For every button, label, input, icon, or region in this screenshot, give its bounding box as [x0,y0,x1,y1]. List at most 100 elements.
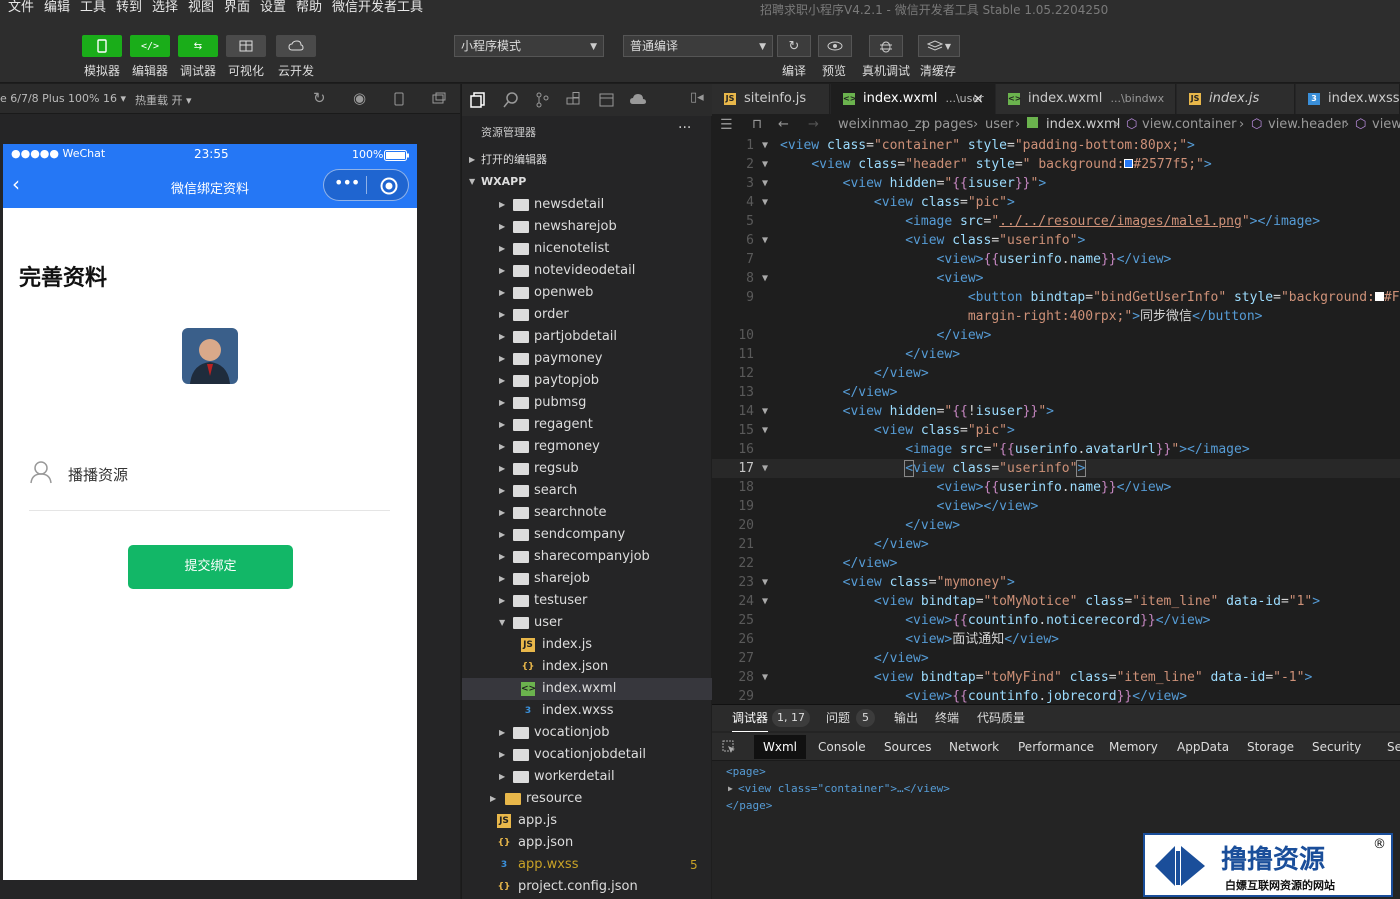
menu-view[interactable]: 视图 [188,0,214,15]
device-select[interactable]: e 6/7/8 Plus 100% 16 ▾ [0,92,126,105]
folder-item[interactable]: ▶ regsub [462,458,712,480]
folder-item[interactable]: ▶ pubmsg [462,392,712,414]
menu-help[interactable]: 帮助 [296,0,322,15]
close-icon[interactable]: × [972,84,984,114]
menu-goto[interactable]: 转到 [116,0,142,15]
tab-problems[interactable]: 问题 [826,705,850,731]
folder-item[interactable]: ▶ search [462,480,712,502]
submit-bind-button[interactable]: 提交绑定 [128,545,293,589]
folder-item[interactable]: ▶ paymoney [462,348,712,370]
folder-item[interactable]: ▶ sharejob [462,568,712,590]
folder-item-user[interactable]: ▼ user [462,612,712,634]
folder-item[interactable]: ▶ nicenotelist [462,238,712,260]
menu-edit[interactable]: 编辑 [44,0,70,15]
breadcrumb-item[interactable]: view.header [1268,114,1347,136]
tab-output[interactable]: 输出 [894,705,918,731]
tab-user-index-wxml[interactable]: <> index.wxml ...\user × [831,84,995,114]
preview-button[interactable] [818,35,852,57]
breadcrumb-item[interactable]: user [985,114,1013,136]
visual-toggle-button[interactable] [226,35,266,57]
panel-sources[interactable]: Sources [884,733,931,761]
breadcrumb-item[interactable]: weixinmao_zp [838,114,930,136]
folder-item[interactable]: ▶ regagent [462,414,712,436]
hot-reload-toggle[interactable]: 热重载 开 ▾ [135,92,192,108]
file-item[interactable]: JS app.js [462,810,712,832]
file-item[interactable]: {} app.json [462,832,712,854]
tab-siteinfo-js[interactable]: JS siteinfo.js [712,84,830,114]
panel-wxml[interactable]: Wxml [754,735,806,759]
folder-item[interactable]: ▶ notevideodetail [462,260,712,282]
debugger-toggle-button[interactable]: ⇆ [178,35,218,57]
tab-index-js[interactable]: JS index.js [1177,84,1295,114]
breadcrumb-item[interactable]: view [1372,114,1400,136]
breadcrumb-item[interactable]: view.container [1142,114,1236,136]
menu-tools[interactable]: 工具 [80,0,106,15]
dom-node[interactable]: <page> [726,763,950,780]
collapse-panel-icon[interactable]: ▯◂ [690,90,704,105]
popout-icon[interactable] [432,92,446,104]
compile-select[interactable]: 普通编译 ▼ [623,35,773,57]
open-editors-section[interactable]: ▶ 打开的编辑器 [462,149,712,171]
stop-icon[interactable]: ◉ [353,89,366,107]
folder-item[interactable]: ▶ vocationjobdetail [462,744,712,766]
breadcrumb-item[interactable]: pages [934,114,973,136]
panel-performance[interactable]: Performance [1018,733,1094,761]
menu-select[interactable]: 选择 [152,0,178,15]
tab-terminal[interactable]: 终端 [935,705,959,731]
inspect-icon[interactable] [722,740,736,754]
list-icon[interactable]: ☰ [720,114,733,136]
reload-icon[interactable]: ↻ [313,89,326,107]
more-dots-icon[interactable]: ••• [334,173,360,192]
panel-network[interactable]: Network [949,733,999,761]
tab-debugger[interactable]: 调试器 [732,705,769,732]
search-icon[interactable] [503,92,519,108]
phone-icon[interactable] [394,92,404,106]
breadcrumb-item[interactable]: index.wxml [1046,114,1120,136]
folder-item[interactable]: ▶ openweb [462,282,712,304]
clear-cache-button[interactable]: ▼ [918,35,960,57]
folder-item[interactable]: ▶ partjobdetail [462,326,712,348]
editor-toggle-button[interactable]: </> [130,35,170,57]
folder-item[interactable]: ▶ newsdetail [462,194,712,216]
folder-item[interactable]: ▶ newsharejob [462,216,712,238]
file-item[interactable]: <> index.wxml [462,678,712,700]
dom-node[interactable]: ▶ <view class="container">…</view> [726,780,950,797]
bookmark-icon[interactable]: ⊓ [752,114,762,136]
panel-more[interactable]: Se [1387,733,1400,761]
folder-item[interactable]: ▶ paytopjob [462,370,712,392]
folder-item[interactable]: ▶ searchnote [462,502,712,524]
folder-item[interactable]: ▶ vocationjob [462,722,712,744]
files-icon[interactable] [470,92,486,108]
tab-code-quality[interactable]: 代码质量 [977,705,1025,731]
panel-storage[interactable]: Storage [1247,733,1294,761]
cloud-icon[interactable] [629,92,647,108]
file-item[interactable]: 3 index.wxss [462,700,712,722]
cloud-dev-button[interactable] [276,35,316,57]
extensions-icon[interactable] [566,92,582,108]
menu-file[interactable]: 文件 [8,0,34,15]
folder-item-resource[interactable]: ▶ resource [462,788,712,810]
mode-select[interactable]: 小程序模式 ▼ [454,35,604,57]
folder-item[interactable]: ▶ order [462,304,712,326]
menu-wechat-devtools[interactable]: 微信开发者工具 [332,0,423,15]
layout-icon[interactable] [599,92,615,108]
compile-button[interactable]: ↻ [777,35,811,57]
tab-index-wxss[interactable]: 3 index.wxss [1296,84,1400,114]
panel-appdata[interactable]: AppData [1177,733,1229,761]
panel-memory[interactable]: Memory [1109,733,1158,761]
folder-item[interactable]: ▶ testuser [462,590,712,612]
source-control-icon[interactable] [535,92,549,108]
project-section[interactable]: ▼ WXAPP [462,171,712,193]
file-item[interactable]: JS index.js [462,634,712,656]
tab-bindwx-index-wxml[interactable]: <> index.wxml ...\bindwx [996,84,1176,114]
folder-item[interactable]: ▶ sendcompany [462,524,712,546]
code-area[interactable]: 1 ▼ <view class="container" style="padding… [712,136,1400,704]
folder-item[interactable]: ▶ regmoney [462,436,712,458]
forward-arrow-icon[interactable]: → [808,114,819,136]
folder-item[interactable]: ▶ workerdetail [462,766,712,788]
menu-interface[interactable]: 界面 [224,0,250,15]
more-actions-icon[interactable]: ··· [678,120,691,136]
panel-console[interactable]: Console [818,733,866,761]
file-item[interactable]: 3 app.wxss 5 [462,854,712,876]
back-arrow-icon[interactable]: ← [778,114,789,136]
